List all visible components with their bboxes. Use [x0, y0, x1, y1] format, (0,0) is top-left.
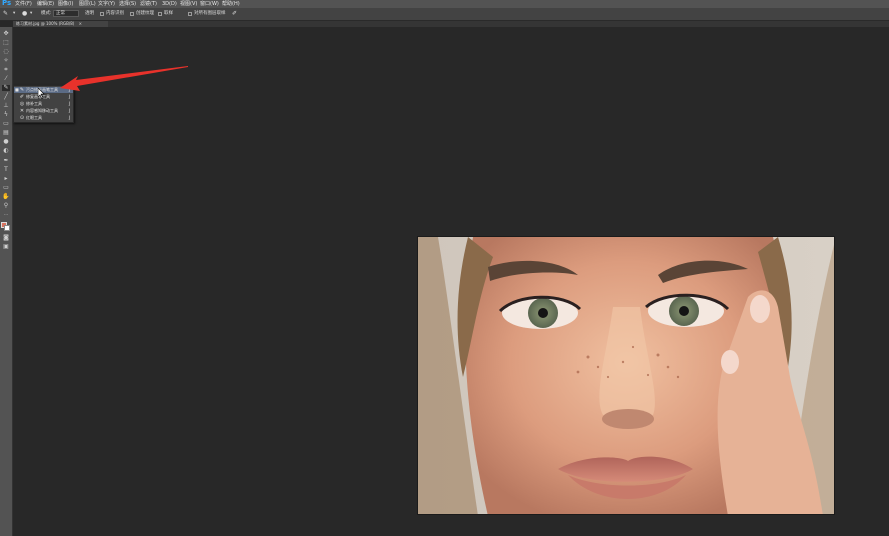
create-texture-label: 创建纹理 — [136, 11, 154, 16]
menu-select[interactable]: 选择(S) — [119, 0, 136, 8]
content-aware-move-icon: ✕ — [19, 108, 25, 114]
healing-brush-icon[interactable]: ✎ — [3, 10, 8, 18]
menu-bar: Ps 文件(F) 编辑(E) 图像(I) 图层(L) 文字(Y) 选择(S) 滤… — [0, 0, 889, 8]
menu-filter[interactable]: 滤镜(T) — [140, 0, 157, 8]
brush-tool-icon[interactable]: ╱ — [2, 94, 10, 100]
flyout-item-label: 修补工具 — [26, 101, 42, 106]
mode-value: 正常 — [56, 11, 65, 16]
sample-all-checkbox[interactable] — [188, 12, 192, 16]
brush-size-icon[interactable]: ● — [22, 10, 27, 18]
document-canvas-photo[interactable] — [417, 236, 835, 515]
screen-mode-icon[interactable]: ▣ — [2, 244, 10, 250]
document-tab-bar: 练习素材.jpg @ 100% (RGB/8) × — [13, 21, 889, 27]
move-tool-icon[interactable]: ✥ — [2, 31, 10, 37]
healing-brush-icon: ✐ — [19, 94, 25, 100]
path-select-tool-icon[interactable]: ▸ — [2, 176, 10, 182]
options-bar: ✎ ▾ ● ▾ 模式: 正常 透明 内容识别 创建纹理 取样 对所有图层取样 ✐ — [0, 8, 889, 21]
eraser-tool-icon[interactable]: ▭ — [2, 121, 10, 127]
menu-window[interactable]: 窗口(W) — [200, 0, 219, 8]
quick-mask-icon[interactable]: ◙ — [2, 235, 10, 241]
chevron-down-icon[interactable]: ▾ — [30, 10, 32, 18]
flyout-item-red-eye[interactable]: ⊙ 红眼工具 J — [14, 115, 73, 121]
proximity-match-radio[interactable] — [158, 12, 162, 16]
transparent-label: 透明 — [85, 11, 94, 16]
menu-file[interactable]: 文件(F) — [15, 0, 32, 8]
menu-type[interactable]: 文字(Y) — [98, 0, 115, 8]
flyout-item-shortcut: J — [68, 101, 70, 106]
flyout-item-patch[interactable]: ◎ 修补工具 J — [14, 101, 73, 107]
menu-view[interactable]: 视图(V) — [180, 0, 197, 8]
hand-tool-icon[interactable]: ✋ — [2, 194, 10, 200]
photoshop-logo: Ps — [2, 0, 12, 7]
content-aware-label: 内容识别 — [106, 11, 124, 16]
dodge-tool-icon[interactable]: ◐ — [2, 148, 10, 154]
flyout-item-shortcut: J — [68, 108, 70, 113]
crop-tool-icon[interactable]: ⌗ — [2, 67, 10, 73]
red-eye-icon: ⊙ — [19, 115, 25, 121]
document-tab-label: 练习素材.jpg @ 100% (RGB/8) — [16, 21, 75, 26]
clone-stamp-tool-icon[interactable]: ⊥ — [2, 103, 10, 109]
mouse-cursor-icon — [38, 88, 45, 99]
flyout-item-content-aware-move[interactable]: ✕ 内容感知移动工具 J — [14, 108, 73, 114]
patch-icon: ◎ — [19, 101, 25, 107]
gradient-tool-icon[interactable]: ▤ — [2, 130, 10, 136]
spot-healing-icon: ✎ — [19, 87, 25, 93]
background-color-swatch[interactable] — [4, 225, 10, 231]
document-tab[interactable]: 练习素材.jpg @ 100% (RGB/8) × — [13, 21, 108, 27]
type-tool-icon[interactable]: T — [2, 167, 10, 173]
tools-panel: ✥ ⬚ ◌ ✧ ⌗ ⁄ ✎ ╱ ⊥ ϟ ▭ ▤ ● ◐ ✒ T ▸ ▭ ✋ ⚲ … — [0, 27, 13, 536]
chevron-down-icon[interactable]: ▾ — [13, 10, 15, 18]
sample-all-label: 对所有图层取样 — [194, 11, 226, 16]
shape-tool-icon[interactable]: ▭ — [2, 185, 10, 191]
spot-healing-tool-icon[interactable]: ✎ — [2, 85, 10, 91]
lasso-tool-icon[interactable]: ◌ — [2, 49, 10, 55]
close-icon[interactable]: × — [79, 21, 82, 26]
content-aware-radio[interactable] — [100, 12, 104, 16]
menu-layer[interactable]: 图层(L) — [79, 0, 96, 8]
flyout-item-label: 红眼工具 — [26, 115, 42, 120]
blur-tool-icon[interactable]: ● — [2, 139, 10, 145]
menu-edit[interactable]: 编辑(E) — [37, 0, 54, 8]
pen-tool-icon[interactable]: ✒ — [2, 158, 10, 164]
menu-help[interactable]: 帮助(H) — [222, 0, 240, 8]
marquee-tool-icon[interactable]: ⬚ — [2, 40, 10, 46]
annotation-arrow-shape — [60, 66, 188, 91]
mode-select[interactable]: 正常 — [53, 10, 79, 17]
flyout-item-label: 内容感知移动工具 — [26, 108, 58, 113]
history-brush-tool-icon[interactable]: ϟ — [2, 112, 10, 118]
more-tools-icon[interactable]: ··· — [2, 212, 10, 218]
mode-label: 模式: — [41, 11, 52, 16]
annotation-arrow — [60, 66, 188, 91]
quick-select-tool-icon[interactable]: ✧ — [2, 58, 10, 64]
eyedropper-tool-icon[interactable]: ⁄ — [2, 76, 10, 82]
flyout-item-shortcut: J — [68, 94, 70, 99]
zoom-tool-icon[interactable]: ⚲ — [2, 203, 10, 209]
menu-3d[interactable]: 3D(D) — [162, 0, 177, 8]
menu-image[interactable]: 图像(I) — [58, 0, 73, 8]
portrait-image — [418, 237, 834, 514]
flyout-item-shortcut: J — [68, 115, 70, 120]
pressure-icon[interactable]: ✐ — [232, 10, 237, 18]
sampled-label: 取样 — [164, 11, 173, 16]
create-texture-radio[interactable] — [130, 12, 134, 16]
